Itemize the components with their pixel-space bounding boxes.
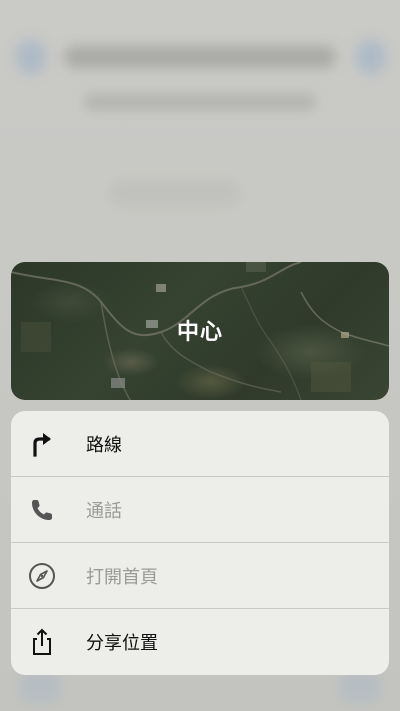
map-preview[interactable]: 中心 [11,262,389,400]
share-icon [27,627,57,657]
compass-icon [27,561,57,591]
menu-item-label: 通話 [86,500,122,522]
menu-item-share-location[interactable]: 分享位置 [11,609,389,675]
map-place-label: 中心 [176,320,223,345]
turn-right-arrow-icon [27,429,57,459]
menu-item-label: 分享位置 [86,633,158,654]
menu-item-call[interactable]: 通話 [11,477,389,543]
menu-item-label: 打開首頁 [86,566,158,588]
menu-item-directions[interactable]: 路線 [11,411,389,477]
action-menu: 路線 通話 打開首頁 分享位置 [11,411,389,675]
menu-item-open-homepage[interactable]: 打開首頁 [11,543,389,609]
menu-item-label: 路線 [86,434,122,456]
phone-icon [27,495,57,525]
